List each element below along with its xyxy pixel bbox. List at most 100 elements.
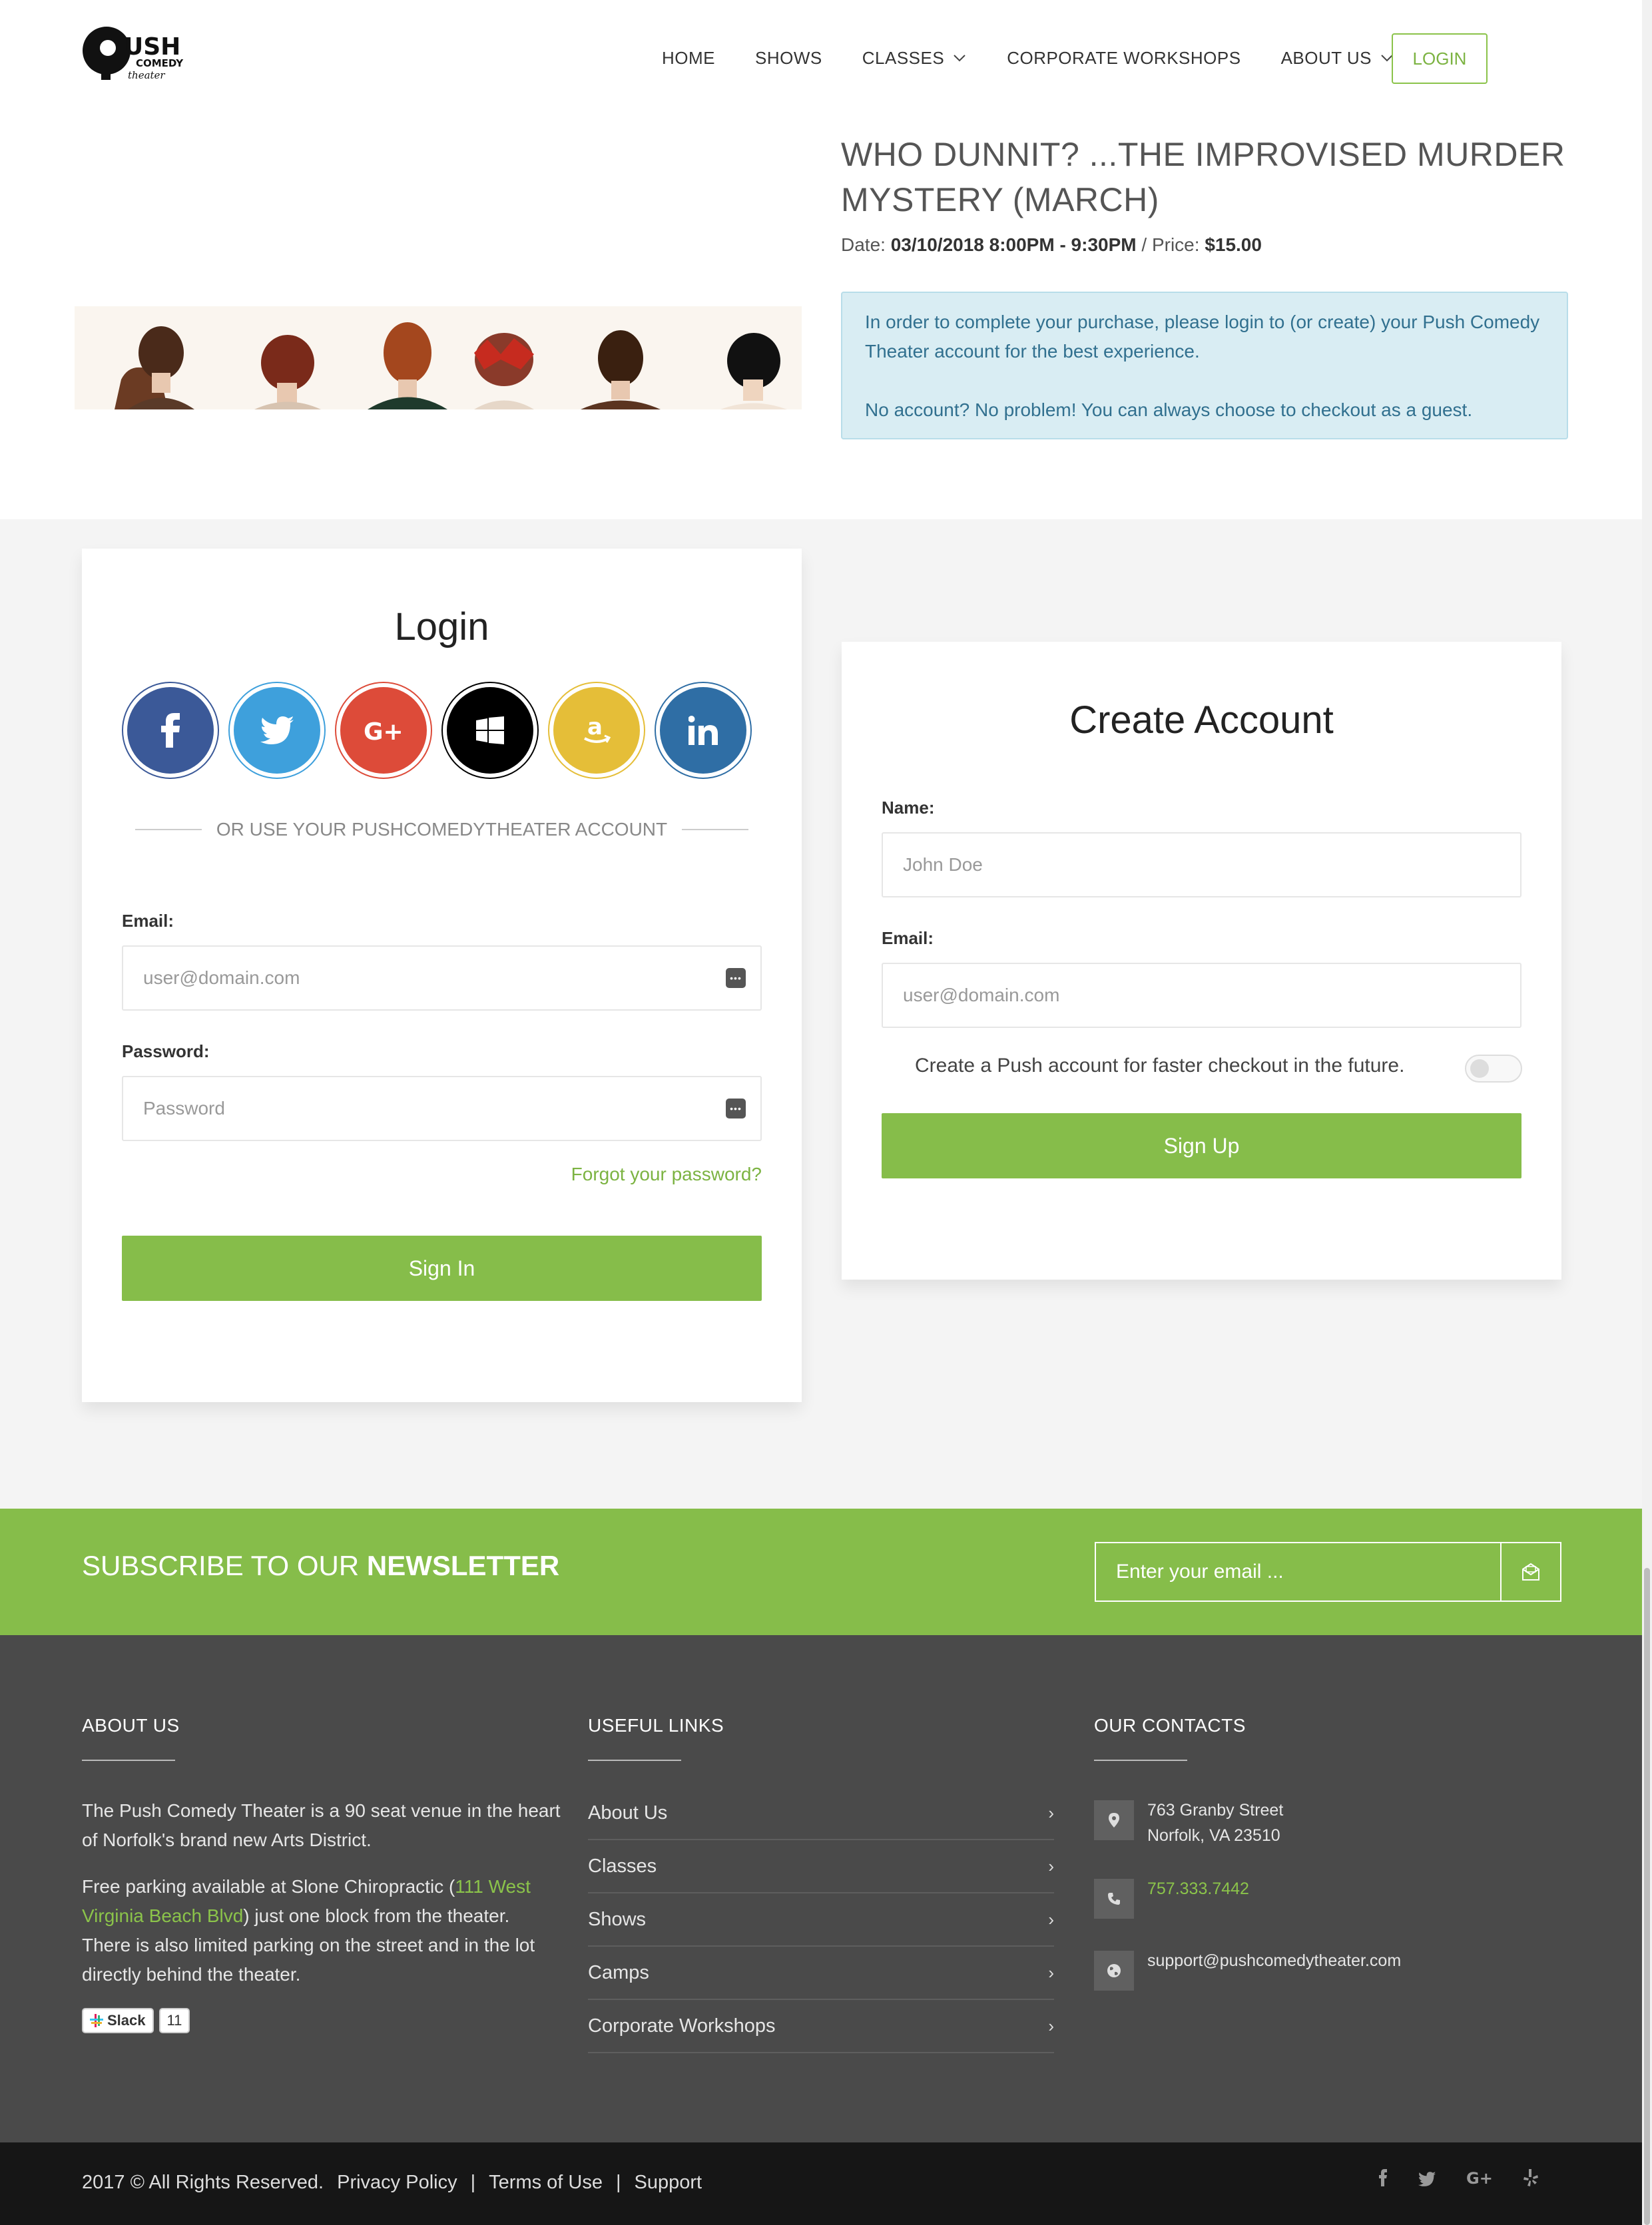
create-name-input[interactable]: John Doe	[882, 832, 1521, 897]
svg-text:a: a	[587, 714, 603, 740]
support-link[interactable]: Support	[635, 2172, 702, 2194]
sign-up-button[interactable]: Sign Up	[882, 1113, 1521, 1178]
main-nav: HOME SHOWS CLASSES CORPORATE WORKSHOPS A…	[662, 33, 1434, 83]
newsletter-title-light: SUBSCRIBE TO OUR	[82, 1550, 367, 1581]
envelope-icon	[1522, 1563, 1539, 1581]
link-label: Shows	[588, 1908, 647, 1930]
windows-icon	[447, 687, 533, 774]
login-title: Login	[394, 605, 489, 648]
nav-corporate-workshops-label: CORPORATE WORKSHOPS	[1007, 47, 1241, 68]
google-plus-login-button[interactable]: G+	[335, 682, 432, 779]
svg-text:USH: USH	[124, 33, 180, 61]
nav-classes[interactable]: CLASSES	[862, 48, 967, 69]
twitter-icon[interactable]	[1418, 2169, 1436, 2192]
slack-label-text: Slack	[107, 2012, 146, 2029]
google-plus-icon: G+	[340, 687, 427, 774]
phone-icon	[1094, 1879, 1134, 1919]
windows-login-button[interactable]	[441, 682, 539, 779]
footer-link-about-us[interactable]: About Us ›	[588, 1787, 1054, 1840]
slack-label: Slack	[82, 2008, 154, 2033]
login-email-input[interactable]: user@domain.com •••	[122, 945, 762, 1011]
event-title: WHO DUNNIT? ...THE IMPROVISED MURDER MYS…	[841, 136, 1565, 218]
phone-link[interactable]: 757.333.7442	[1147, 1876, 1249, 1919]
forgot-password-link[interactable]: Forgot your password?	[571, 1164, 762, 1185]
nav-shows[interactable]: SHOWS	[755, 48, 822, 69]
divider-line	[681, 829, 748, 830]
address-text: 763 Granby Street Norfolk, VA 23510	[1147, 1798, 1283, 1848]
nav-shows-label: SHOWS	[755, 47, 822, 68]
facebook-icon	[127, 687, 214, 774]
address-line-1: 763 Granby Street	[1147, 1801, 1284, 1820]
google-plus-icon[interactable]: G+	[1466, 2169, 1493, 2192]
footer-link-classes[interactable]: Classes ›	[588, 1840, 1054, 1893]
nav-corporate-workshops[interactable]: CORPORATE WORKSHOPS	[1007, 48, 1240, 69]
push-comedy-logo[interactable]: USH COMEDY theater	[81, 24, 188, 84]
amazon-login-button[interactable]: a	[548, 682, 645, 779]
about-paragraph-1: The Push Comedy Theater is a 90 seat ven…	[82, 1800, 561, 1850]
twitter-login-button[interactable]	[228, 682, 326, 779]
social-login-buttons: G+ a	[122, 682, 761, 779]
create-email-label: Email:	[882, 928, 934, 948]
nav-classes-label: CLASSES	[862, 47, 945, 68]
nav-home[interactable]: HOME	[662, 48, 715, 69]
nav-about-us[interactable]: ABOUT US	[1281, 48, 1394, 69]
facebook-icon[interactable]	[1378, 2169, 1388, 2192]
newsletter-bar: SUBSCRIBE TO OUR NEWSLETTER Enter your e…	[0, 1509, 1642, 1635]
create-account-toggle[interactable]	[1465, 1055, 1522, 1083]
scrollbar-thumb[interactable]	[1644, 1568, 1650, 2225]
event-meta: Date: 03/10/2018 8:00PM - 9:30PM / Price…	[841, 234, 1262, 256]
toggle-knob	[1470, 1059, 1489, 1078]
login-password-placeholder: Password	[143, 1098, 225, 1118]
slack-badge[interactable]: Slack 11	[82, 2008, 190, 2033]
svg-text:COMEDY: COMEDY	[136, 57, 184, 69]
newsletter-email-input[interactable]: Enter your email ...	[1095, 1542, 1502, 1602]
date-label: Date:	[841, 234, 886, 255]
password-manager-icon[interactable]: •••	[726, 968, 746, 988]
slack-icon	[90, 2014, 103, 2027]
our-contacts-heading: OUR CONTACTS	[1094, 1715, 1246, 1736]
facebook-login-button[interactable]	[122, 682, 219, 779]
yelp-icon[interactable]	[1523, 2169, 1538, 2192]
footer-bottom-bar: 2017 © All Rights Reserved. Privacy Poli…	[0, 2142, 1642, 2225]
address-line-2: Norfolk, VA 23510	[1147, 1826, 1280, 1845]
globe-icon	[1094, 1951, 1134, 1991]
privacy-policy-link[interactable]: Privacy Policy	[337, 2172, 457, 2194]
create-account-title: Create Account	[1069, 698, 1334, 742]
chevron-right-icon: ›	[1048, 1962, 1054, 1983]
sign-in-button[interactable]: Sign In	[122, 1236, 762, 1301]
heading-underline	[1094, 1760, 1187, 1761]
login-divider: OR USE YOUR PUSHCOMEDYTHEATER ACCOUNT	[135, 819, 748, 840]
chevron-right-icon: ›	[1048, 2015, 1054, 2036]
event-banner-image	[75, 306, 802, 409]
footer-link-camps[interactable]: Camps ›	[588, 1947, 1054, 2000]
footer-link-shows[interactable]: Shows ›	[588, 1893, 1054, 1947]
password-manager-icon[interactable]: •••	[726, 1099, 746, 1118]
create-email-placeholder: user@domain.com	[903, 985, 1060, 1005]
linkedin-login-button[interactable]	[655, 682, 752, 779]
map-marker-icon	[1094, 1800, 1134, 1840]
header-login-button[interactable]: LOGIN	[1392, 33, 1488, 84]
email-label: Email:	[122, 911, 174, 931]
footer-link-corporate-workshops[interactable]: Corporate Workshops ›	[588, 2000, 1054, 2053]
name-label: Name:	[882, 798, 935, 818]
create-name-placeholder: John Doe	[903, 854, 983, 875]
copyright-line: 2017 © All Rights Reserved. Privacy Poli…	[82, 2172, 702, 2194]
divider-line	[135, 829, 202, 830]
login-password-input[interactable]: Password •••	[122, 1076, 762, 1141]
price-label: / Price:	[1141, 234, 1200, 255]
site-footer: ABOUT US The Push Comedy Theater is a 90…	[0, 1635, 1642, 2142]
email-link[interactable]: support@pushcomedytheater.com	[1147, 1948, 1401, 1991]
terms-of-use-link[interactable]: Terms of Use	[489, 2172, 603, 2194]
chevron-right-icon: ›	[1048, 1802, 1054, 1823]
create-email-input[interactable]: user@domain.com	[882, 963, 1521, 1028]
amazon-icon: a	[553, 687, 640, 774]
contact-address: 763 Granby Street Norfolk, VA 23510	[1094, 1800, 1283, 1848]
price-value: $15.00	[1205, 234, 1262, 255]
nav-about-us-label: ABOUT US	[1280, 47, 1372, 68]
login-card: Login G+ a OR USE YOUR PUSHCOMEDYTHEATER…	[82, 549, 802, 1402]
link-label: Corporate Workshops	[588, 2015, 776, 2037]
separator: |	[615, 2172, 621, 2193]
create-account-toggle-label: Create a Push account for faster checkou…	[915, 1055, 1405, 1077]
linkedin-icon	[660, 687, 746, 774]
newsletter-submit-button[interactable]	[1500, 1542, 1561, 1602]
